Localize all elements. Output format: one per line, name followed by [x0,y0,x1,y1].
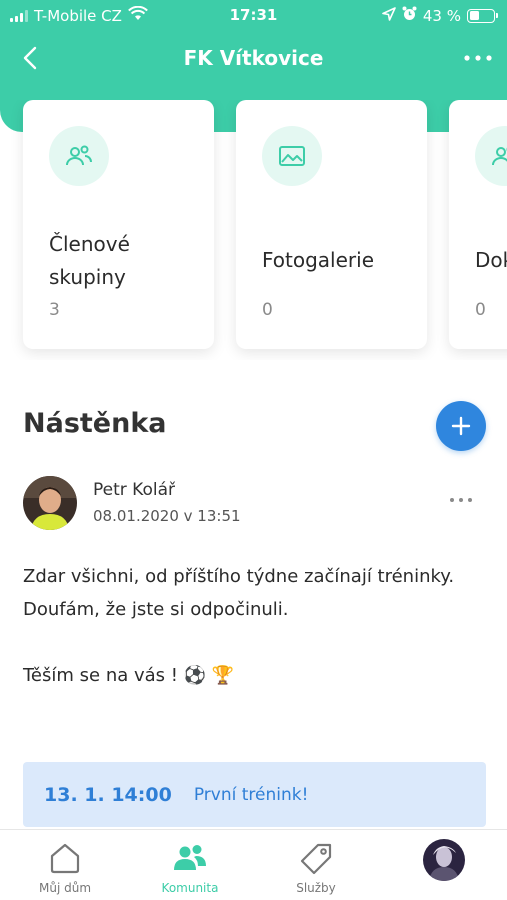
home-icon [2,842,128,878]
card-label: Dok [475,248,507,272]
more-horizontal-icon [464,55,492,61]
tab-bar: Můj dům Komunita Služby [0,829,507,900]
author-avatar[interactable] [23,476,77,530]
card-gallery[interactable]: Fotogalerie 0 [236,100,427,349]
add-post-button[interactable] [436,401,486,451]
post-date: 08.01.2020 v 13:51 [93,507,241,525]
tab-community[interactable]: Komunita [127,830,253,900]
tab-label: Komunita [161,881,219,895]
more-button[interactable] [461,42,495,74]
card-count: 0 [262,300,273,320]
card-label: Členové skupiny [49,232,130,289]
battery-icon [467,8,498,23]
post-line: Doufám, že jste si odpočinuli. [23,599,289,620]
group-icon [49,126,109,186]
post-body: Zdar všichni, od příštího týdne začínají… [23,560,493,692]
community-icon [127,842,253,878]
post-more-button[interactable] [444,488,478,512]
wall-title: Nástěnka [23,408,167,439]
event-banner[interactable]: 13. 1. 14:00 První trénink! [23,762,486,827]
card-count: 3 [49,300,60,320]
group-icon [475,126,507,186]
more-horizontal-icon [450,498,472,502]
nav-bar: FK Vítkovice [0,36,507,80]
post-line: Zdar všichni, od příštího týdne začínají… [23,566,455,587]
post-author: Petr Kolář [93,480,175,500]
alarm-icon [402,6,417,25]
tab-services[interactable]: Služby [253,830,379,900]
battery-label: 43 % [422,6,461,25]
event-title: První trénink! [193,784,309,805]
plus-icon [451,416,471,436]
status-bar: T-Mobile CZ 17:31 43 % [0,0,507,32]
tab-label: Služby [296,881,336,895]
card-label: Fotogalerie [262,248,375,272]
image-icon [262,126,322,186]
event-date: 13. 1. 14:00 [44,783,172,806]
status-right: 43 % [382,6,498,25]
tab-label: Můj dům [38,881,92,895]
card-members[interactable]: Členové skupiny 3 [23,100,214,349]
cards-carousel: Členové skupiny 3 Fotogalerie 0 Dok 0 [0,100,507,360]
tab-profile[interactable] [381,830,507,900]
post-line: Těším se na vás ! ⚽ 🏆 [23,665,235,686]
profile-avatar [423,839,465,881]
tag-icon [253,842,379,878]
card-documents[interactable]: Dok 0 [449,100,507,349]
page-title: FK Vítkovice [183,46,324,70]
location-icon [382,6,396,25]
tab-my-home[interactable]: Můj dům [2,830,128,900]
card-count: 0 [475,300,486,320]
